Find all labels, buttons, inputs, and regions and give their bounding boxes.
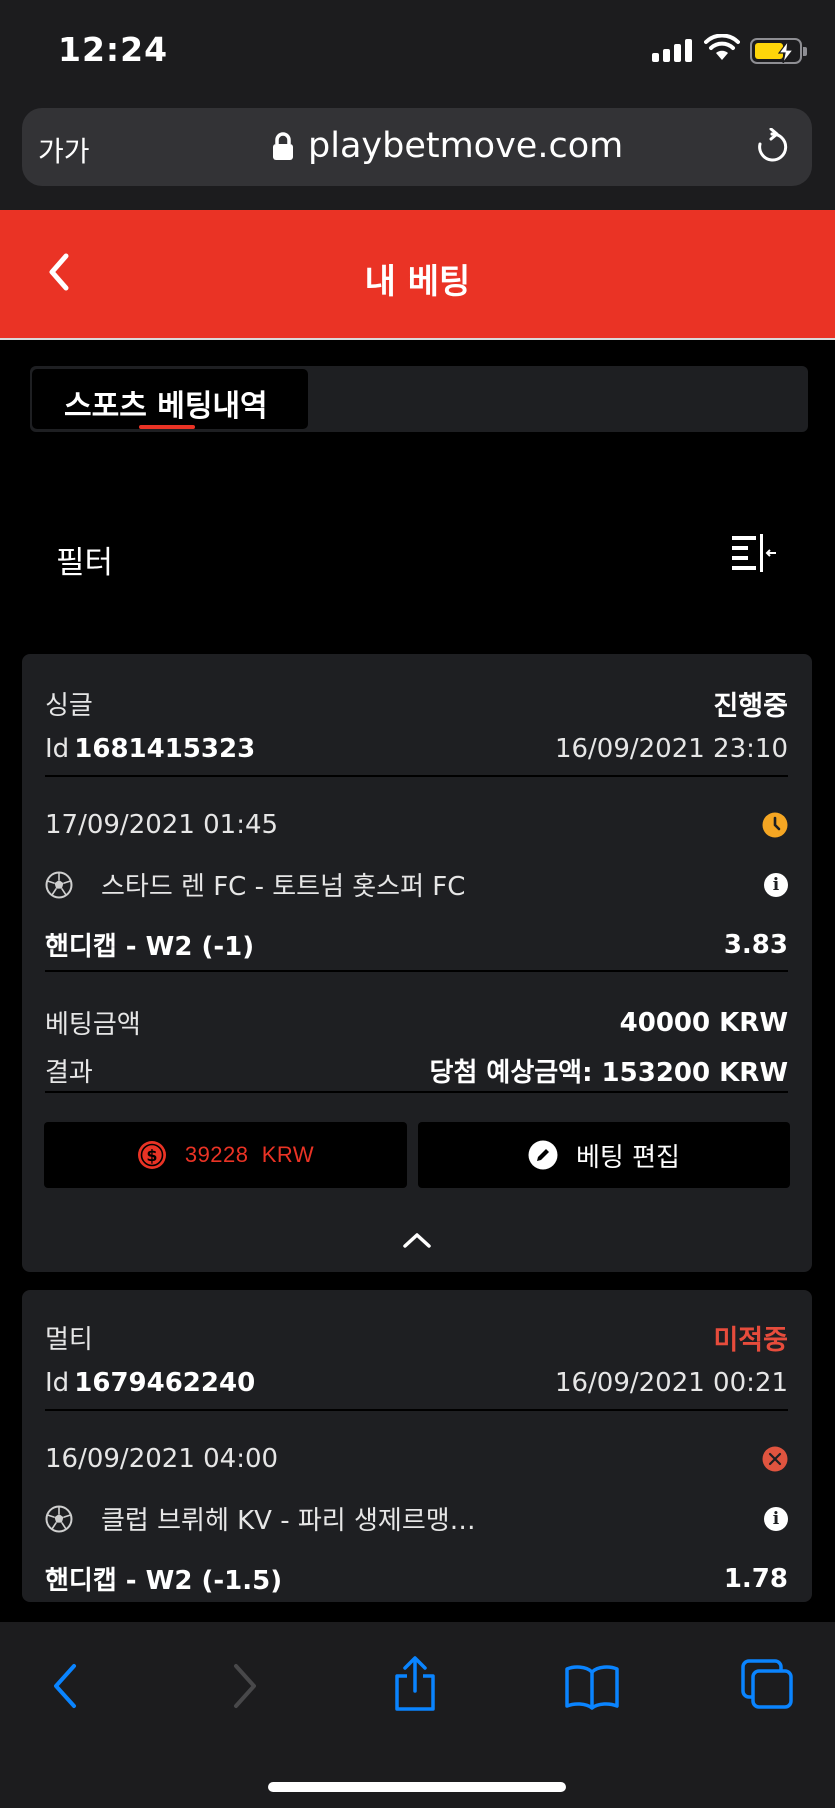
home-indicator [268, 1782, 566, 1792]
soccer-ball-icon [45, 871, 73, 898]
edit-bet-button[interactable]: 베팅 편집 [418, 1122, 790, 1188]
edit-bet-label: 베팅 편집 [576, 1142, 680, 1173]
svg-text:$: $ [146, 1146, 157, 1165]
tab-sports-bet-history[interactable]: 스포츠 베팅내역 [32, 369, 308, 429]
divider [45, 970, 788, 972]
bet-status: 진행중 [713, 691, 788, 722]
cashout-button[interactable]: $ 39228 KRW [44, 1122, 407, 1188]
bet-placed-at: 16/09/2021 23:10 [554, 734, 788, 764]
bet-odds: 1.78 [723, 1563, 788, 1594]
wifi-icon [704, 34, 740, 60]
stake-amount: 40000 KRW [619, 1007, 788, 1038]
tab-active-indicator [139, 425, 195, 429]
back-icon[interactable] [48, 1662, 82, 1710]
status-time: 12:24 [58, 30, 169, 69]
bookmarks-icon[interactable] [564, 1662, 620, 1710]
divider [45, 1409, 788, 1411]
match-name: 스타드 렌 FC - 토트넘 홋스퍼 FC [101, 872, 466, 902]
app-header: 내 베팅 [0, 210, 835, 340]
browser-top-bar: 가가 playbetmove.com [0, 100, 835, 210]
lock-icon [273, 132, 293, 160]
divider [45, 1091, 788, 1093]
divider [45, 775, 788, 777]
bet-card: 멀티 미적중 Id 1679462240 16/09/2021 00:21 16… [22, 1290, 812, 1602]
forward-icon[interactable] [228, 1662, 262, 1710]
cellular-signal-icon [652, 38, 692, 62]
battery-icon [750, 38, 807, 64]
url-text: playbetmove.com [308, 126, 624, 166]
bet-type: 싱글 [45, 691, 93, 721]
tab-strip: 스포츠 베팅내역 [30, 366, 808, 432]
bet-id: Id 1679462240 [45, 1368, 256, 1398]
browser-toolbar [0, 1622, 835, 1808]
filter-label: 필터 [56, 545, 114, 581]
close-circle-icon [762, 1446, 788, 1472]
tabs-icon[interactable] [740, 1658, 794, 1710]
bet-odds: 3.83 [723, 929, 788, 960]
chevron-up-icon[interactable] [402, 1230, 432, 1250]
bet-placed-at: 16/09/2021 00:21 [554, 1368, 788, 1398]
text-size-button[interactable]: 가가 [38, 130, 90, 170]
filter-icon[interactable] [730, 532, 778, 574]
address-bar[interactable]: 가가 playbetmove.com [22, 108, 812, 186]
share-icon[interactable] [392, 1656, 438, 1712]
bet-id: Id 1681415323 [45, 734, 256, 764]
clock-icon [762, 812, 788, 838]
info-icon[interactable]: i [764, 872, 788, 897]
event-time: 17/09/2021 01:45 [45, 810, 279, 840]
pencil-icon [528, 1140, 558, 1170]
soccer-ball-icon [45, 1505, 73, 1532]
bet-market: 핸디캡 - W2 (-1.5) [45, 1566, 283, 1596]
bet-market: 핸디캡 - W2 (-1) [45, 932, 255, 962]
url-display[interactable]: playbetmove.com [272, 126, 623, 166]
status-bar: 12:24 [0, 0, 835, 100]
dollar-coin-icon: $ [137, 1141, 166, 1169]
reload-icon[interactable] [754, 128, 790, 166]
bet-status: 미적중 [713, 1325, 788, 1356]
bet-card: 싱글 진행중 Id 1681415323 16/09/2021 23:10 17… [22, 654, 812, 1272]
cashout-amount: 39228 KRW [184, 1142, 315, 1167]
tab-label: 스포츠 베팅내역 [64, 389, 268, 424]
info-icon[interactable]: i [764, 1506, 788, 1531]
result-label: 결과 [45, 1058, 93, 1088]
event-time: 16/09/2021 04:00 [45, 1444, 279, 1474]
bet-type: 멀티 [45, 1325, 93, 1355]
potential-win: 당첨 예상금액: 153200 KRW [429, 1058, 788, 1088]
stake-label: 베팅금액 [45, 1010, 141, 1040]
page-title: 내 베팅 [364, 262, 471, 302]
match-name: 클럽 브뤼헤 KV - 파리 생제르맹… [101, 1506, 476, 1536]
